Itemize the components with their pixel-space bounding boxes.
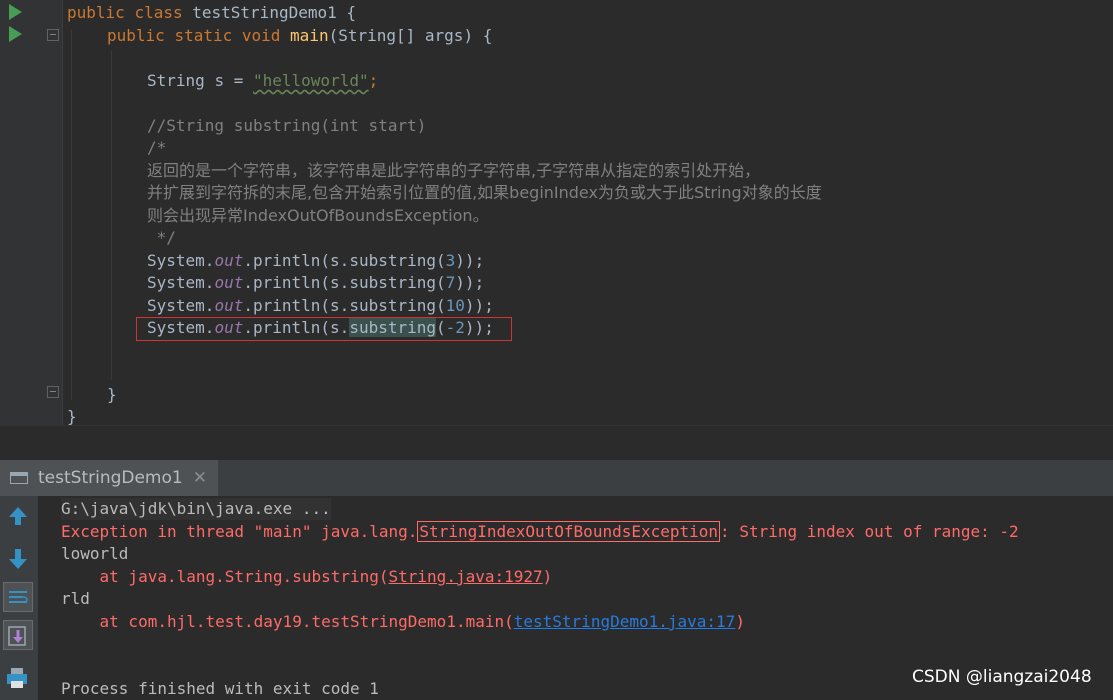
semicolon: ; [368, 71, 379, 90]
error-highlight-box [136, 317, 512, 341]
fold-icon[interactable] [47, 386, 59, 398]
method-name: main [290, 26, 329, 45]
call-end: )); [455, 273, 485, 292]
print-icon [7, 668, 27, 688]
call-end: )); [455, 251, 485, 270]
tab-run-config[interactable]: testStringDemo1 ✕ [0, 460, 218, 496]
trace-suffix: ) [542, 567, 553, 586]
code-comment: 则会出现异常IndexOutOfBoundsException。 [147, 206, 489, 225]
gutter-divider [62, 0, 63, 425]
scroll-to-end-button[interactable] [3, 620, 33, 650]
closing-brace: } [107, 385, 117, 404]
scroll-to-end-icon [8, 626, 26, 646]
exception-class-link[interactable]: StringIndexOutOfBoundsException [417, 521, 721, 542]
err-message: : String index out of range: -2 [720, 522, 1019, 541]
watermark: CSDN @liangzai2048 [912, 667, 1092, 687]
brace: { [482, 26, 493, 45]
keyword: static [174, 26, 233, 45]
console-process-finished: Process finished with exit code 1 [61, 679, 379, 698]
trace-suffix: ) [735, 612, 745, 631]
params: (String[] args) [328, 26, 474, 45]
console-exception-line: Exception in thread "main" java.lang. Str… [61, 521, 1019, 543]
keyword: class [134, 3, 183, 22]
code-comment: */ [147, 228, 176, 247]
console-output-line: loworld [61, 544, 129, 563]
call: .println(s. [243, 273, 350, 292]
close-icon[interactable]: ✕ [193, 468, 207, 488]
code-line-main-decl: public static void main(String[] args) { [107, 25, 492, 47]
soft-wrap-icon [9, 591, 28, 603]
method-call: substring [349, 251, 437, 270]
code-comment: //String substring(int start) [147, 116, 427, 135]
class-ref: System. [147, 273, 215, 292]
number-literal: 3 [445, 251, 456, 270]
keyword: void [241, 26, 281, 45]
fold-icon[interactable] [47, 29, 59, 41]
keyword: public [107, 26, 165, 45]
string-literal: "helloworld" [253, 71, 369, 90]
code-line-println: System.out.println(s.substring(10)); [147, 296, 494, 315]
type-name: String [147, 71, 205, 90]
scroll-down-icon [9, 559, 27, 569]
closing-brace: } [67, 407, 77, 425]
console-stack-trace-line: at java.lang.String.substring(String.jav… [61, 566, 553, 588]
code-editor[interactable]: public class testStringDemo1 { public st… [0, 0, 1113, 425]
trace-prefix: at java.lang.String.substring( [61, 567, 389, 586]
console-tab-icon [10, 470, 28, 486]
run-gutter-icon[interactable] [9, 4, 22, 20]
code-comment: 并扩展到字符拆的末尾,包含开始索引位置的值,如果beginIndex为负或大于此… [147, 183, 822, 202]
code-line-class-decl: public class testStringDemo1 { [67, 2, 356, 24]
console-command-line: G:\java\jdk\bin\java.exe ... [61, 498, 331, 520]
editor-gutter [0, 0, 62, 425]
brace: { [346, 3, 357, 22]
field-ref: out [214, 251, 244, 270]
trace-source-link[interactable]: testStringDemo1.java:17 [514, 612, 736, 631]
field-ref: out [214, 273, 244, 292]
code-comment: /* [147, 138, 167, 157]
field-ref: out [214, 296, 244, 315]
trace-source-link[interactable]: String.java:1927 [389, 567, 543, 586]
err-thread: "main" [253, 522, 312, 541]
console-stack-trace-line: at com.hjl.test.day19.testStringDemo1.ma… [61, 611, 745, 633]
run-gutter-icon[interactable] [9, 26, 22, 42]
operator: = [233, 71, 244, 90]
method-call: substring [349, 273, 437, 292]
scroll-down-button[interactable] [3, 544, 33, 574]
class-ref: System. [147, 251, 215, 270]
number-literal: 10 [445, 296, 465, 315]
soft-wrap-button[interactable] [3, 582, 33, 612]
trace-prefix: at com.hjl.test.day19.testStringDemo1.ma… [61, 612, 514, 631]
keyword: public [67, 3, 125, 22]
class-ref: System. [147, 296, 215, 315]
run-tab-bar: testStringDemo1 ✕ [0, 460, 1113, 496]
call: .println(s. [243, 296, 350, 315]
code-line-string-decl: String s = "helloworld"; [147, 70, 378, 92]
call: .println(s. [243, 251, 350, 270]
code-comment: 返回的是一个字符串，该字符串是此字符串的子字符串,子字符串从指定的索引处开始， [147, 161, 761, 180]
console-toolbar [0, 496, 38, 700]
number-literal: 7 [445, 273, 456, 292]
scroll-up-button[interactable] [3, 504, 33, 534]
print-button[interactable] [3, 664, 33, 694]
method-call: substring [349, 296, 437, 315]
code-line-println: System.out.println(s.substring(7)); [147, 273, 485, 292]
tab-label: testStringDemo1 [38, 468, 183, 488]
err-prefix: Exception in thread [61, 522, 254, 541]
panel-separator [0, 425, 1113, 460]
variable: s [214, 71, 225, 90]
err-package: java.lang. [311, 522, 418, 541]
indent-guide [111, 50, 112, 380]
console-output-line: rld [61, 589, 90, 608]
call-end: )); [464, 296, 494, 315]
code-line-println: System.out.println(s.substring(3)); [147, 251, 485, 270]
class-name: testStringDemo1 [192, 3, 337, 22]
indent-guide [71, 30, 72, 400]
